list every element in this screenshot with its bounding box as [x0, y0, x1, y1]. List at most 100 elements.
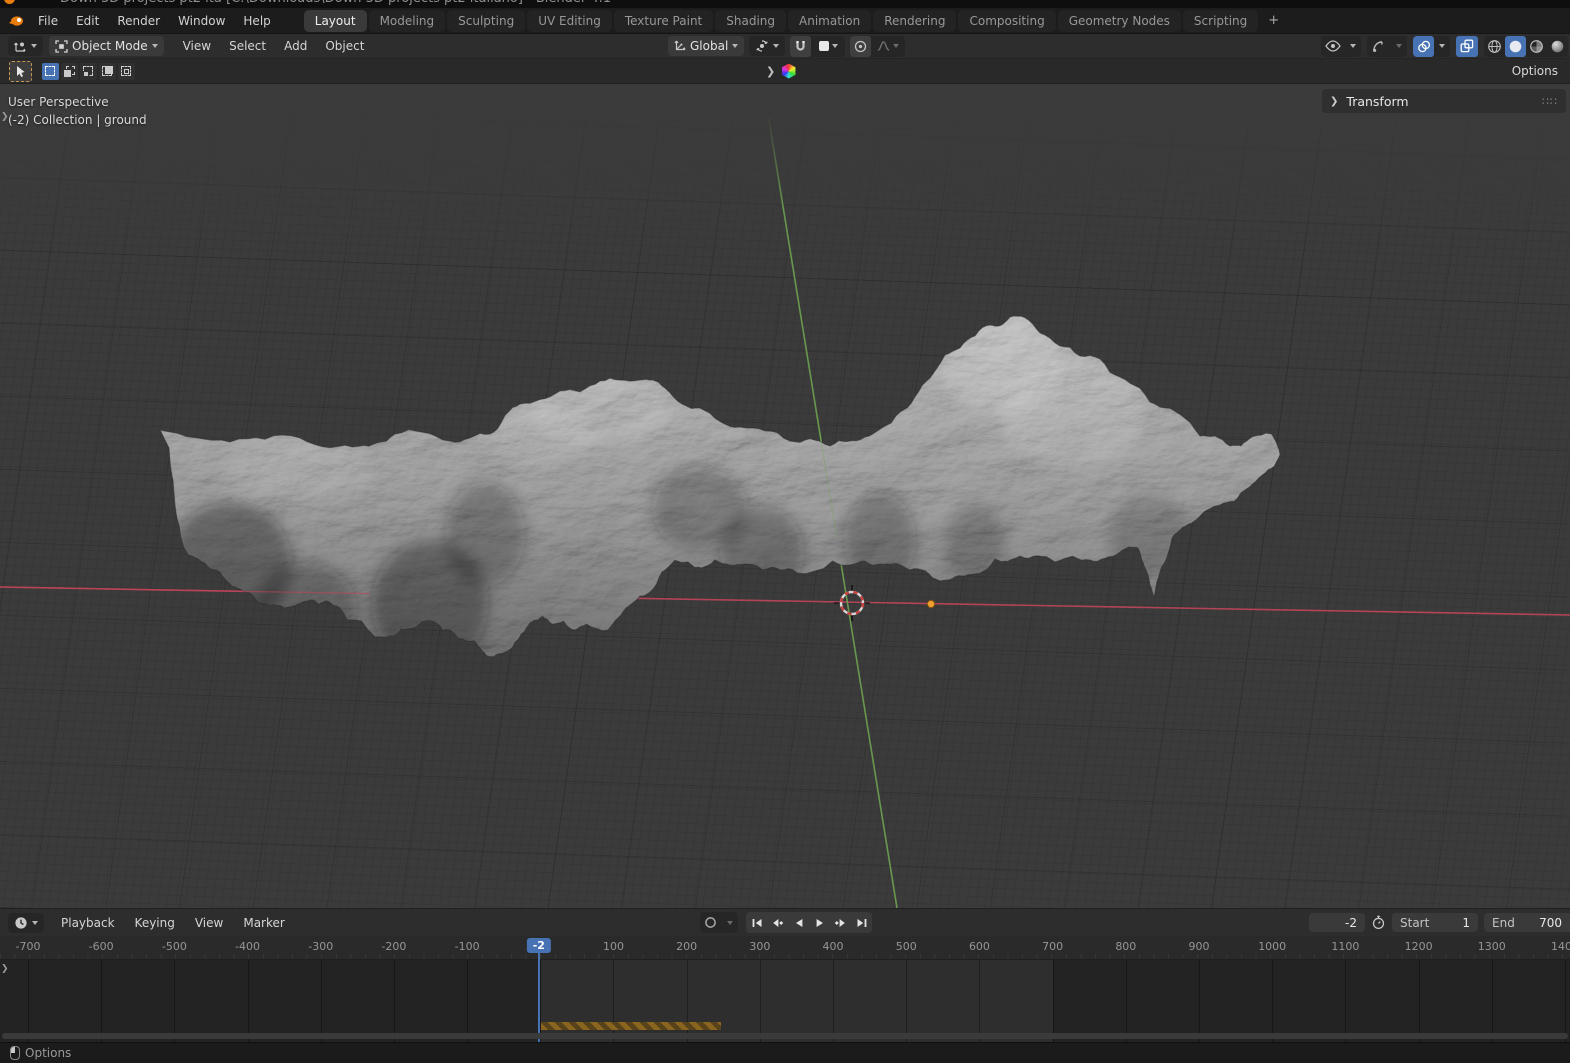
tab-uv-editing[interactable]: UV Editing	[527, 10, 612, 32]
clock-icon	[14, 916, 28, 930]
play-reverse-button[interactable]	[788, 912, 809, 933]
viewport-menu-view[interactable]: View	[174, 36, 220, 56]
shading-solid-button[interactable]	[1505, 36, 1526, 57]
shading-wireframe-button[interactable]	[1484, 36, 1505, 57]
viewport-header: Object Mode ViewSelectAddObject Global	[0, 34, 1570, 59]
jump-to-start-button[interactable]	[746, 912, 767, 933]
object-origin-dot[interactable]	[927, 600, 934, 607]
proportional-icon	[854, 40, 867, 53]
visibility-caret[interactable]	[1345, 36, 1361, 57]
orientation-axes-icon	[674, 40, 686, 52]
add-workspace-button[interactable]: +	[1260, 10, 1287, 31]
gizmos-toggle[interactable]	[1367, 36, 1391, 57]
play-back-icon	[794, 918, 804, 928]
ruler-tick--100: -100	[455, 940, 480, 953]
timeline-menu-playback[interactable]: Playback	[52, 913, 124, 933]
current-frame-field[interactable]: -2	[1309, 913, 1365, 932]
jump-start-icon	[751, 918, 763, 928]
timeline-body[interactable]: ❯	[0, 960, 1570, 1042]
preview-range-toggle[interactable]	[1371, 915, 1386, 930]
xray-toggle[interactable]	[1456, 36, 1478, 57]
cursor-3d[interactable]	[834, 585, 870, 621]
cache-baked-strip	[541, 1022, 721, 1030]
tab-compositing[interactable]: Compositing	[958, 10, 1055, 32]
select-mode-subtract[interactable]	[80, 63, 97, 80]
select-mode-extend[interactable]	[61, 63, 78, 80]
menu-help[interactable]: Help	[234, 10, 279, 32]
timeline-editor-type-button[interactable]	[8, 913, 44, 933]
timeline-gridline	[28, 960, 29, 1042]
snap-toggle[interactable]	[790, 36, 811, 57]
proportional-editing-toggle[interactable]	[850, 36, 871, 57]
snap-target-dropdown[interactable]	[811, 36, 845, 57]
menu-window[interactable]: Window	[169, 10, 234, 32]
prev-keyframe-button[interactable]	[767, 912, 788, 933]
transform-orientation-dropdown[interactable]: Global	[668, 36, 744, 56]
next-keyframe-button[interactable]	[830, 912, 851, 933]
shading-rendered-button[interactable]	[1547, 36, 1568, 57]
tab-scripting[interactable]: Scripting	[1183, 10, 1258, 32]
select-mode-invert[interactable]	[99, 63, 116, 80]
ruler-tick--200: -200	[381, 940, 406, 953]
select-box-tool-button[interactable]	[9, 61, 32, 82]
gizmo-icon	[1372, 39, 1386, 53]
gizmo-group	[1367, 36, 1407, 57]
scene-cube-icon[interactable]	[781, 64, 796, 79]
shading-material-button[interactable]	[1526, 36, 1547, 57]
proportional-falloff-dropdown[interactable]	[871, 36, 905, 57]
tab-layout[interactable]: Layout	[304, 10, 367, 32]
tool-options-button[interactable]: Options	[1504, 61, 1566, 81]
timeline-menu-view[interactable]: View	[186, 913, 232, 933]
timeline-gridline	[1126, 960, 1127, 1042]
timeline-menu-marker[interactable]: Marker	[234, 913, 293, 933]
editor-type-button[interactable]	[8, 36, 43, 56]
jump-to-end-button[interactable]	[851, 912, 872, 933]
menu-render[interactable]: Render	[108, 10, 169, 32]
tab-modeling[interactable]: Modeling	[369, 10, 446, 32]
select-mode-set[interactable]	[42, 63, 59, 80]
object-visibility-dropdown[interactable]	[1321, 36, 1345, 57]
viewport-menu-object[interactable]: Object	[316, 36, 373, 56]
pivot-point-dropdown[interactable]	[749, 36, 785, 56]
ruler-tick-300: 300	[749, 940, 770, 953]
tab-rendering[interactable]: Rendering	[873, 10, 956, 32]
mode-dropdown[interactable]: Object Mode	[49, 36, 164, 56]
tab-shading[interactable]: Shading	[715, 10, 786, 32]
current-frame-badge[interactable]: -2	[527, 938, 551, 953]
viewport-menu-add[interactable]: Add	[275, 36, 316, 56]
blender-menu-icon[interactable]	[8, 14, 25, 28]
expand-chevron-icon[interactable]: ❯	[766, 65, 775, 78]
viewport-menu-select[interactable]: Select	[220, 36, 275, 56]
playhead-line[interactable]	[538, 960, 540, 1042]
play-button[interactable]	[809, 912, 830, 933]
transform-panel-header[interactable]: ❯ Transform ∷∷	[1322, 89, 1566, 113]
timeline-gridline	[1419, 960, 1420, 1042]
transport-group	[746, 912, 872, 933]
toolbar-expand-chevron[interactable]: ❯	[1, 112, 9, 122]
tab-sculpting[interactable]: Sculpting	[447, 10, 525, 32]
gizmos-caret[interactable]	[1391, 36, 1407, 57]
timeline-hscrollbar[interactable]	[2, 1033, 1568, 1039]
timeline-menu-keying[interactable]: Keying	[126, 913, 184, 933]
workspace-tabs: LayoutModelingSculptingUV EditingTexture…	[304, 10, 1287, 32]
timeline-ruler[interactable]: -2 -700-600-500-400-300-200-100100200300…	[0, 936, 1570, 960]
tab-geometry-nodes[interactable]: Geometry Nodes	[1058, 10, 1181, 32]
start-frame-field[interactable]: Start 1	[1392, 913, 1478, 932]
chevron-down-icon	[31, 44, 37, 48]
end-frame-field[interactable]: End 700	[1484, 913, 1570, 932]
channels-expand-chevron[interactable]: ❯	[1, 964, 9, 974]
tab-animation[interactable]: Animation	[788, 10, 871, 32]
chevron-down-icon	[773, 44, 779, 48]
tab-texture-paint[interactable]: Texture Paint	[614, 10, 713, 32]
panel-drag-dots[interactable]: ∷∷	[1542, 95, 1558, 108]
select-mode-intersect[interactable]	[118, 63, 135, 80]
autokey-caret[interactable]	[721, 912, 738, 933]
menu-file[interactable]: File	[29, 10, 67, 32]
chevron-down-icon	[727, 921, 733, 925]
overlays-toggle[interactable]	[1413, 36, 1434, 57]
ruler-tick-1400: 1400	[1551, 940, 1570, 953]
menu-edit[interactable]: Edit	[67, 10, 108, 32]
auto-keying-toggle[interactable]	[700, 912, 721, 933]
overlays-caret[interactable]	[1434, 36, 1450, 57]
terrain-mesh[interactable]	[160, 316, 1280, 668]
